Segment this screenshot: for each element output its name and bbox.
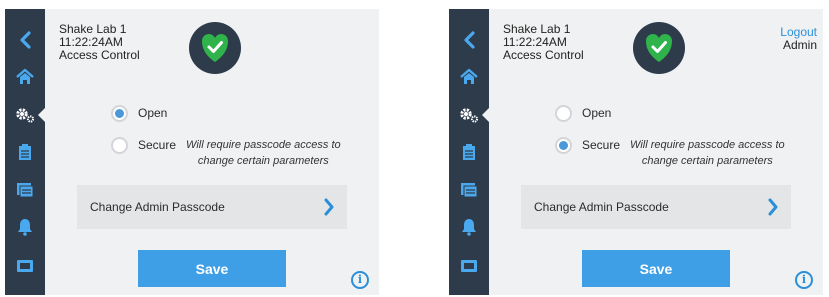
nav-display[interactable]: [5, 249, 45, 283]
radio-open-button[interactable]: [555, 105, 572, 122]
nav-home[interactable]: [449, 60, 489, 94]
radio-open-button[interactable]: [111, 105, 128, 122]
nav-alarms[interactable]: [449, 210, 489, 244]
nav-protocols[interactable]: [5, 135, 45, 169]
back-chevron-icon: [464, 31, 475, 49]
radio-secure[interactable]: Secure Will require passcode access to c…: [111, 137, 341, 169]
home-icon: [460, 68, 478, 84]
secure-description-line1: Will require passcode access to: [630, 139, 785, 151]
nav-protocols[interactable]: [449, 135, 489, 169]
secure-description: Will require passcode access to change c…: [186, 137, 341, 169]
sidebar-nav: [5, 9, 46, 295]
screen-header: Shake Lab 1 11:22:24AM Access Control: [59, 23, 140, 62]
page-title: Access Control: [59, 48, 140, 62]
back-chevron-icon: [20, 31, 31, 49]
save-button[interactable]: Save: [582, 250, 730, 287]
radio-secure-label: Secure: [138, 138, 177, 152]
back-button[interactable]: [5, 23, 45, 57]
nav-files[interactable]: [5, 173, 45, 207]
change-passcode-label: Change Admin Passcode: [90, 200, 225, 214]
access-control-screen-open: Shake Lab 1 11:22:24AM Access Control Op…: [5, 9, 379, 295]
screen-header: Shake Lab 1 11:22:24AM Access Control: [503, 23, 584, 62]
gears-icon: [16, 108, 35, 123]
radio-open[interactable]: Open: [555, 105, 611, 122]
info-button[interactable]: i: [795, 271, 813, 289]
radio-open-label: Open: [138, 106, 168, 120]
radio-open[interactable]: Open: [111, 105, 167, 122]
clipboard-icon: [19, 144, 31, 160]
radio-secure-button[interactable]: [555, 137, 572, 154]
nav-display[interactable]: [449, 249, 489, 283]
save-button[interactable]: Save: [138, 250, 286, 287]
radio-open-label: Open: [582, 106, 612, 120]
shield-check-icon: [646, 34, 672, 62]
back-button[interactable]: [449, 23, 489, 57]
bell-icon: [18, 219, 32, 236]
secure-description-line2: change certain parameters: [641, 155, 773, 167]
gears-icon: [460, 108, 479, 123]
nav-settings[interactable]: [5, 98, 46, 132]
folders-icon: [461, 183, 478, 198]
user-area: Logout Admin: [780, 26, 817, 52]
status-badge: [633, 22, 685, 74]
chevron-right-icon: [768, 198, 778, 216]
shield-check-icon: [202, 34, 228, 62]
folders-icon: [17, 183, 34, 198]
display-icon: [17, 260, 33, 272]
nav-home[interactable]: [5, 60, 45, 94]
user-name: Admin: [782, 38, 817, 52]
change-admin-passcode-button[interactable]: Change Admin Passcode: [521, 185, 791, 229]
home-icon: [16, 68, 34, 84]
bell-icon: [462, 219, 476, 236]
status-badge: [189, 22, 241, 74]
clipboard-icon: [463, 144, 475, 160]
sidebar-nav: [449, 9, 490, 295]
access-control-screen-secure: Shake Lab 1 11:22:24AM Access Control Lo…: [449, 9, 823, 295]
info-button[interactable]: i: [351, 271, 369, 289]
chevron-right-icon: [324, 198, 334, 216]
secure-description-line1: Will require passcode access to: [186, 139, 341, 151]
nav-alarms[interactable]: [5, 210, 45, 244]
secure-description-line2: change certain parameters: [197, 155, 329, 167]
secure-description: Will require passcode access to change c…: [630, 137, 785, 169]
radio-secure-button[interactable]: [111, 137, 128, 154]
nav-settings[interactable]: [449, 98, 490, 132]
change-passcode-label: Change Admin Passcode: [534, 200, 669, 214]
change-admin-passcode-button[interactable]: Change Admin Passcode: [77, 185, 347, 229]
nav-files[interactable]: [449, 173, 489, 207]
radio-secure-label: Secure: [582, 138, 621, 152]
display-icon: [461, 260, 477, 272]
radio-secure[interactable]: Secure Will require passcode access to c…: [555, 137, 785, 169]
page-title: Access Control: [503, 48, 584, 62]
